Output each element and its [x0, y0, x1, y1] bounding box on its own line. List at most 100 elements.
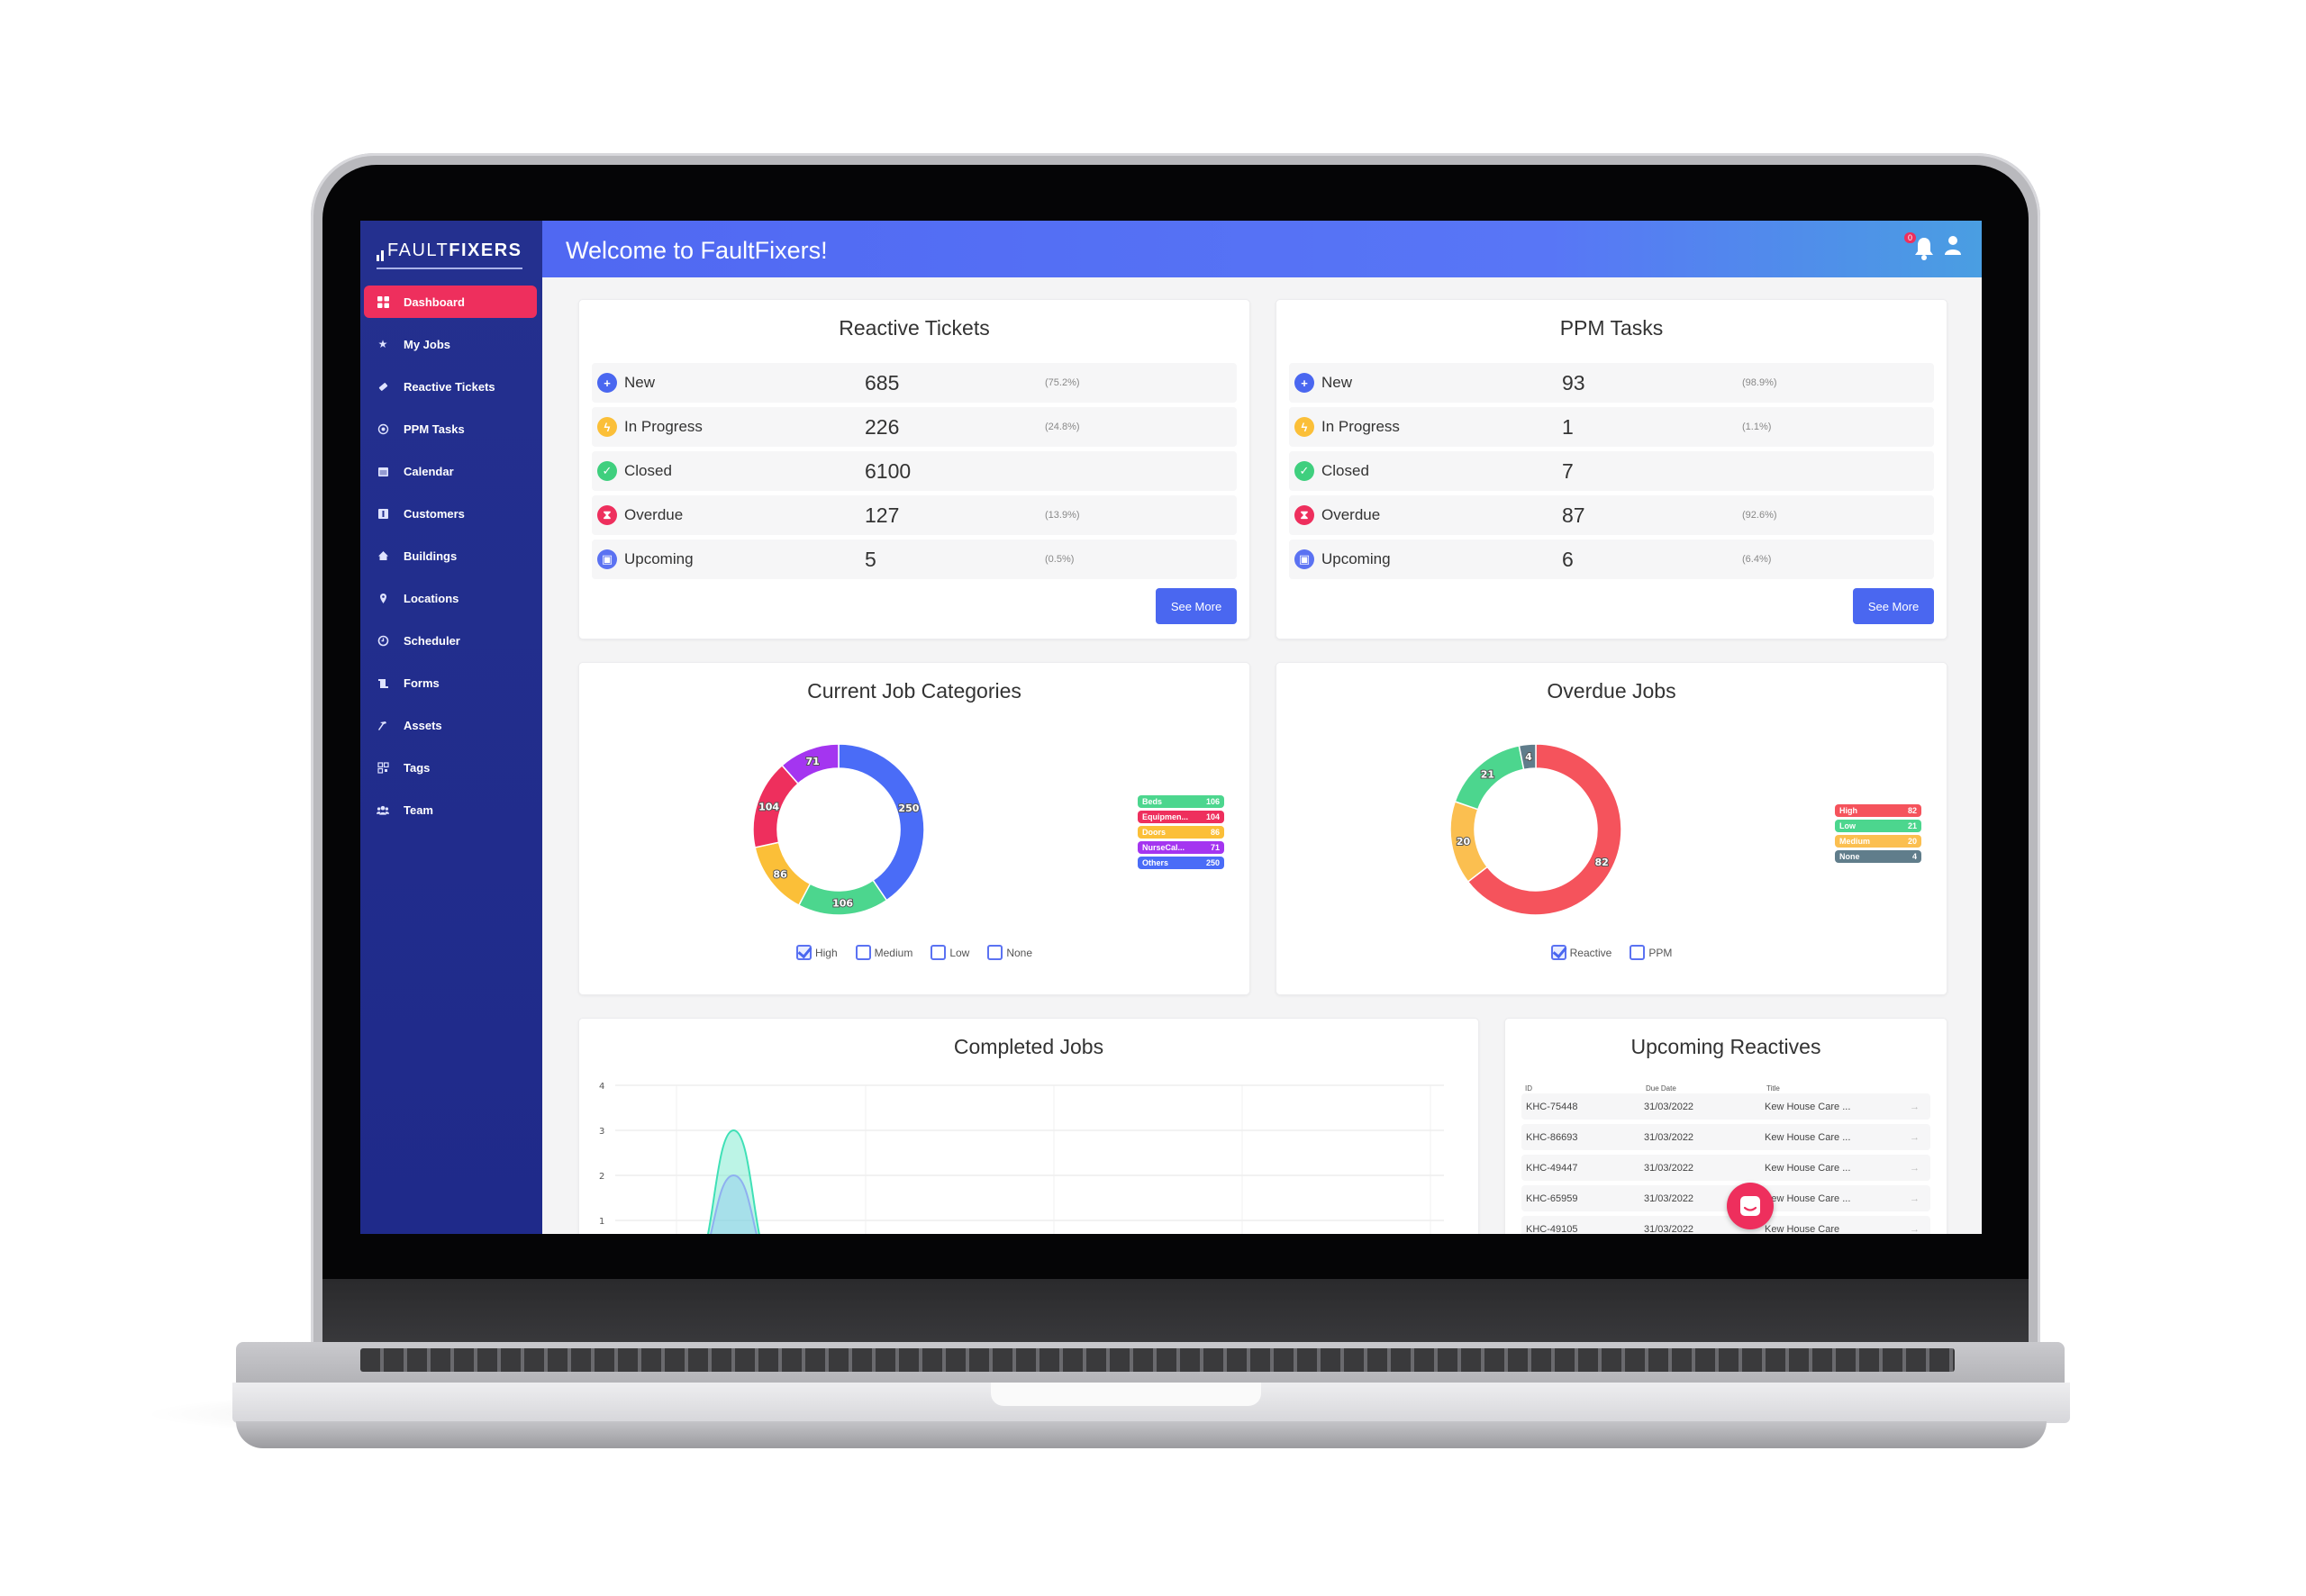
- logo-bars-icon: [377, 249, 384, 261]
- chat-support-button[interactable]: [1727, 1183, 1774, 1229]
- cell-id: KHC-75448: [1526, 1101, 1578, 1112]
- cell-id: KHC-65959: [1526, 1192, 1578, 1204]
- stat-label: Upcoming: [1321, 550, 1391, 567]
- stat-percentage: (13.9%): [1045, 510, 1080, 521]
- sidebar-item-customers[interactable]: Customers: [364, 497, 537, 530]
- legend-value: 4: [1911, 852, 1917, 861]
- checkbox[interactable]: [1550, 945, 1566, 960]
- stat-row-overdue[interactable]: ⧗ Overdue 127 (13.9%): [592, 495, 1237, 535]
- calendar-plus-icon: ▣: [597, 549, 617, 569]
- see-more-button[interactable]: See More: [1156, 588, 1237, 624]
- checkbox[interactable]: [1630, 945, 1646, 960]
- stat-row-in-progress[interactable]: ϟ In Progress 226 (24.8%): [592, 407, 1237, 447]
- hourglass-icon: ⧗: [597, 505, 617, 525]
- stat-percentage: (92.6%): [1742, 510, 1777, 521]
- sidebar-item-forms[interactable]: Forms: [364, 667, 537, 699]
- card-title: Current Job Categories: [807, 679, 1021, 703]
- stat-label: Overdue: [624, 506, 684, 523]
- legend-item[interactable]: Others 250: [1138, 857, 1224, 869]
- donut-slice-others[interactable]: [838, 743, 925, 902]
- cell-id: KHC-49447: [1526, 1162, 1578, 1174]
- laptop-base-bottom: [236, 1421, 2047, 1448]
- table-row[interactable]: KHC-65959 31/03/2022 Kew House Care ... …: [1521, 1185, 1930, 1211]
- table-row[interactable]: KHC-49105 31/03/2022 Kew House Care →: [1521, 1216, 1930, 1234]
- legend-item[interactable]: Beds 106: [1138, 795, 1224, 808]
- stat-label: Upcoming: [624, 550, 694, 567]
- y-tick-label: 3: [599, 1127, 604, 1137]
- stat-label: In Progress: [1321, 418, 1400, 435]
- filter-medium[interactable]: Medium: [855, 945, 912, 960]
- legend-item[interactable]: Doors 86: [1138, 826, 1224, 839]
- notifications-button[interactable]: 0: [1904, 231, 1935, 261]
- overdue-jobs-legend: High 82 Low 21 Medium 20 None 4: [1835, 804, 1921, 866]
- sidebar-item-tags[interactable]: Tags: [364, 751, 537, 784]
- plus-circle-icon: +: [1294, 373, 1314, 393]
- brand-name-bold: FIXERS: [449, 240, 522, 260]
- sidebar-item-reactive-tickets[interactable]: Reactive Tickets: [364, 370, 537, 403]
- stat-label: In Progress: [624, 418, 703, 435]
- cell-due-date: 31/03/2022: [1644, 1223, 1694, 1235]
- stat-row-upcoming[interactable]: ▣ Upcoming 5 (0.5%): [592, 540, 1237, 579]
- sidebar-item-locations[interactable]: Locations: [364, 582, 537, 614]
- arrow-right-icon[interactable]: →: [1910, 1163, 1920, 1174]
- lightning-icon: ϟ: [597, 417, 617, 437]
- stat-row-closed[interactable]: ✓ Closed 7: [1289, 451, 1934, 491]
- legend-item[interactable]: NurseCal... 71: [1138, 841, 1224, 854]
- id-badge-icon: [377, 507, 389, 520]
- sidebar-item-label: Scheduler: [404, 633, 460, 648]
- filter-low[interactable]: Low: [931, 945, 969, 960]
- stat-row-new[interactable]: + New 93 (98.9%): [1289, 363, 1934, 403]
- sidebar-item-ppm-tasks[interactable]: PPM Tasks: [364, 413, 537, 445]
- arrow-right-icon[interactable]: →: [1910, 1132, 1920, 1143]
- stat-label: Closed: [624, 462, 672, 479]
- stat-percentage: (6.4%): [1742, 554, 1772, 565]
- stat-row-closed[interactable]: ✓ Closed 6100: [592, 451, 1237, 491]
- legend-label: Medium: [1839, 837, 1871, 846]
- legend-item[interactable]: Equipmen... 104: [1138, 811, 1224, 823]
- filter-reactive[interactable]: Reactive: [1550, 945, 1611, 960]
- checkbox[interactable]: [855, 945, 871, 960]
- arrow-right-icon[interactable]: →: [1910, 1224, 1920, 1235]
- table-row[interactable]: KHC-49447 31/03/2022 Kew House Care ... …: [1521, 1155, 1930, 1181]
- checkbox[interactable]: [795, 945, 812, 960]
- sidebar-item-label: Forms: [404, 676, 440, 690]
- legend-item[interactable]: High 82: [1835, 804, 1921, 817]
- upcoming-reactives-card: Upcoming Reactives ID Due Date Title KHC…: [1504, 1018, 1947, 1234]
- ppm-stat-list: + New 93 (98.9%) ϟ In Progress 1 (1.1%) …: [1289, 363, 1934, 584]
- dashboard-icon: [377, 295, 389, 308]
- table-row[interactable]: KHC-86693 31/03/2022 Kew House Care ... …: [1521, 1124, 1930, 1150]
- checkbox[interactable]: [987, 945, 1003, 960]
- sidebar-item-my-jobs[interactable]: ★ My Jobs: [364, 328, 537, 360]
- hourglass-icon: ⧗: [1294, 505, 1314, 525]
- brand-logo[interactable]: FAULT FIXERS: [377, 240, 522, 261]
- filter-none[interactable]: None: [987, 945, 1032, 960]
- sidebar-item-dashboard[interactable]: Dashboard: [364, 286, 537, 318]
- filter-high[interactable]: High: [795, 945, 838, 960]
- header-actions: 0: [1904, 231, 1962, 261]
- chat-icon: [1740, 1196, 1760, 1216]
- filter-ppm[interactable]: PPM: [1630, 945, 1672, 960]
- stat-row-upcoming[interactable]: ▣ Upcoming 6 (6.4%): [1289, 540, 1934, 579]
- legend-value: 71: [1210, 843, 1220, 852]
- sidebar-item-calendar[interactable]: Calendar: [364, 455, 537, 487]
- legend-item[interactable]: Low 21: [1835, 820, 1921, 832]
- slice-value-label: 86: [773, 868, 787, 880]
- overdue-jobs-card: Overdue Jobs 82 20 21 4 High 82 Low 21 Medium 20…: [1276, 662, 1947, 995]
- stat-row-new[interactable]: + New 685 (75.2%): [592, 363, 1237, 403]
- arrow-right-icon[interactable]: →: [1910, 1102, 1920, 1112]
- legend-item[interactable]: None 4: [1835, 850, 1921, 863]
- sidebar-item-assets[interactable]: Assets: [364, 709, 537, 741]
- arrow-right-icon[interactable]: →: [1910, 1193, 1920, 1204]
- see-more-button[interactable]: See More: [1853, 588, 1934, 624]
- legend-label: Low: [1839, 821, 1856, 830]
- checkbox[interactable]: [931, 945, 947, 960]
- legend-item[interactable]: Medium 20: [1835, 835, 1921, 848]
- user-menu-button[interactable]: [1944, 235, 1962, 261]
- stat-row-overdue[interactable]: ⧗ Overdue 87 (92.6%): [1289, 495, 1934, 535]
- sidebar-item-buildings[interactable]: Buildings: [364, 540, 537, 572]
- sidebar-item-team[interactable]: Team: [364, 793, 537, 826]
- table-row[interactable]: KHC-75448 31/03/2022 Kew House Care ... …: [1521, 1093, 1930, 1120]
- slice-value-label: 20: [1457, 836, 1471, 848]
- stat-row-in-progress[interactable]: ϟ In Progress 1 (1.1%): [1289, 407, 1934, 447]
- sidebar-item-scheduler[interactable]: Scheduler: [364, 624, 537, 657]
